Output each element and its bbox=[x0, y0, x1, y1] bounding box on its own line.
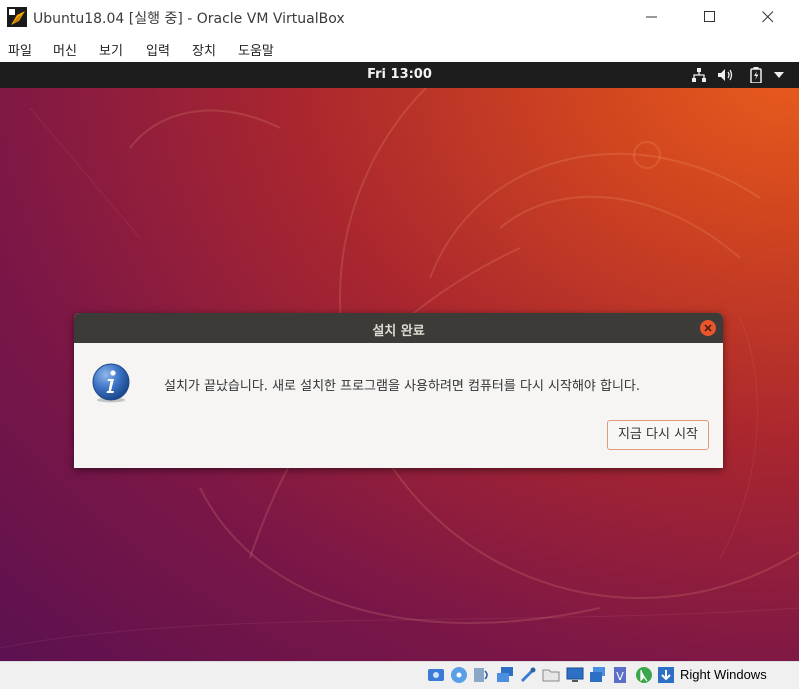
dropdown-arrow-icon[interactable] bbox=[771, 67, 787, 83]
vbox-statusbar: V Right Windows bbox=[0, 661, 799, 689]
video-capture-icon[interactable] bbox=[589, 666, 607, 684]
shared-folders-icon[interactable] bbox=[542, 666, 560, 684]
menu-input[interactable]: 입력 bbox=[146, 40, 170, 59]
keyboard-icon[interactable] bbox=[657, 666, 675, 684]
gnome-topbar: Fri 13:00 bbox=[0, 62, 799, 88]
dialog-header[interactable]: 설치 완료 bbox=[74, 313, 723, 343]
install-complete-dialog: 설치 완료 설치가 끝났습니다. 새로 설치한 프로그램을 사용하려면 컴퓨터를… bbox=[74, 313, 723, 468]
maximize-icon bbox=[704, 11, 715, 22]
minimize-button[interactable] bbox=[629, 0, 675, 34]
host-key-label: Right Windows bbox=[680, 667, 767, 682]
optical-drive-icon[interactable] bbox=[450, 666, 468, 684]
menu-machine[interactable]: 머신 bbox=[53, 40, 77, 59]
guest-screen[interactable]: Fri 13:00 설치 완료 설치가 끝났습니다. 새로 설치한 프로그램을 … bbox=[0, 62, 799, 661]
dialog-close-button[interactable] bbox=[700, 320, 716, 336]
network-icon[interactable] bbox=[691, 67, 707, 83]
menu-file[interactable]: 파일 bbox=[8, 40, 32, 59]
menu-devices[interactable]: 장치 bbox=[192, 40, 216, 59]
svg-text:V: V bbox=[616, 670, 624, 683]
usb-icon[interactable] bbox=[519, 666, 537, 684]
window-title: Ubuntu18.04 [실행 중] - Oracle VM VirtualBo… bbox=[33, 11, 345, 27]
display-icon[interactable] bbox=[566, 666, 584, 684]
audio-icon[interactable] bbox=[473, 666, 491, 684]
menu-view[interactable]: 보기 bbox=[99, 40, 123, 59]
close-button[interactable] bbox=[745, 0, 791, 34]
hard-disk-icon[interactable] bbox=[427, 666, 445, 684]
dialog-title: 설치 완료 bbox=[372, 324, 425, 339]
close-icon bbox=[762, 11, 774, 23]
battery-icon[interactable] bbox=[748, 67, 764, 83]
dialog-message: 설치가 끝났습니다. 새로 설치한 프로그램을 사용하려면 컴퓨터를 다시 시작… bbox=[164, 379, 641, 394]
clock[interactable]: Fri 13:00 bbox=[0, 67, 799, 82]
info-icon bbox=[91, 363, 131, 403]
maximize-button[interactable] bbox=[687, 0, 733, 34]
network-icon[interactable] bbox=[496, 666, 514, 684]
restart-now-button[interactable]: 지금 다시 시작 bbox=[606, 420, 709, 450]
virtualization-icon[interactable]: V bbox=[611, 666, 629, 684]
minimize-icon bbox=[646, 16, 657, 18]
close-icon bbox=[704, 324, 712, 332]
menu-help[interactable]: 도움말 bbox=[238, 40, 274, 59]
vbox-menubar: 파일 머신 보기 입력 장치 도움말 bbox=[0, 34, 799, 62]
volume-icon[interactable] bbox=[718, 67, 734, 83]
window-titlebar[interactable]: Ubuntu18.04 [실행 중] - Oracle VM VirtualBo… bbox=[0, 0, 799, 34]
virtualbox-logo-icon bbox=[7, 7, 27, 27]
mouse-integration-icon[interactable] bbox=[635, 666, 653, 684]
